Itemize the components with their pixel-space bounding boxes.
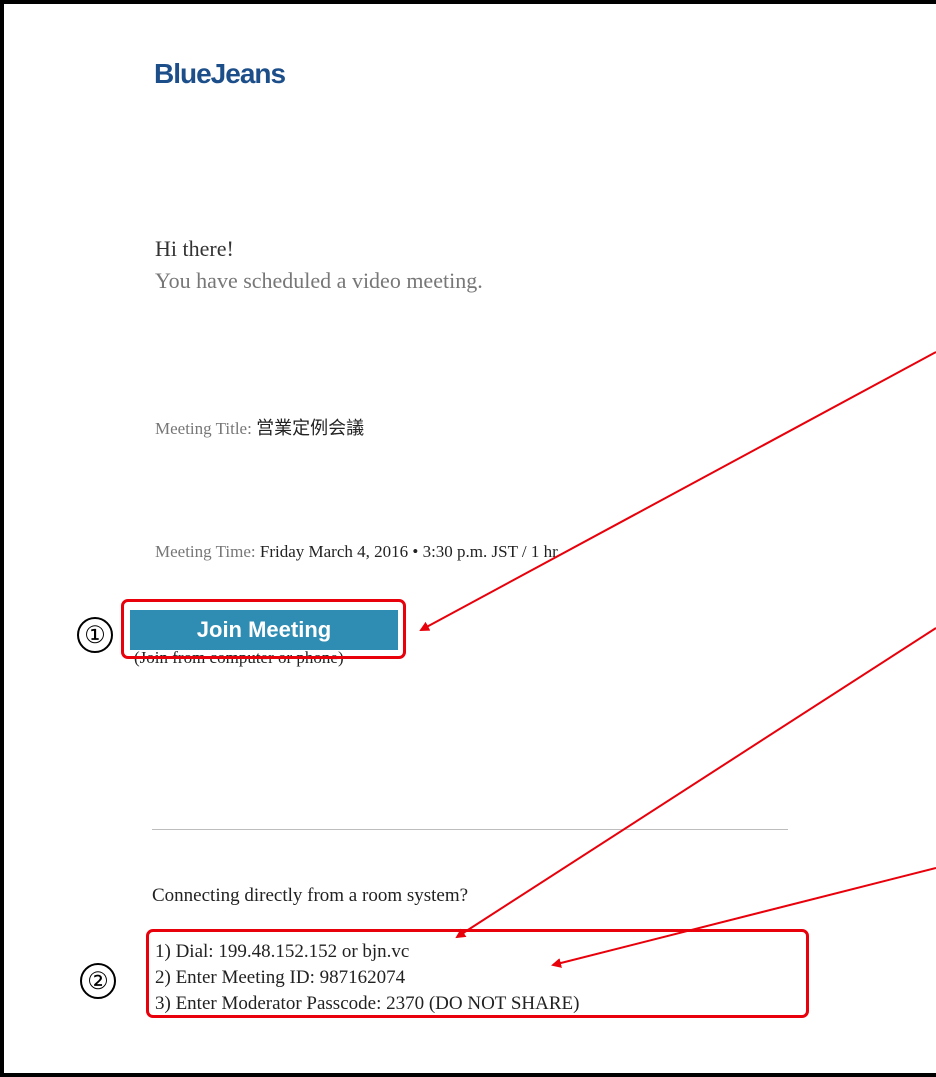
arrow-to-join-button [419, 351, 936, 631]
arrow-to-meeting-id-step [551, 867, 936, 968]
annotation-arrows [419, 351, 936, 968]
arrow-to-dial-step [455, 627, 936, 939]
